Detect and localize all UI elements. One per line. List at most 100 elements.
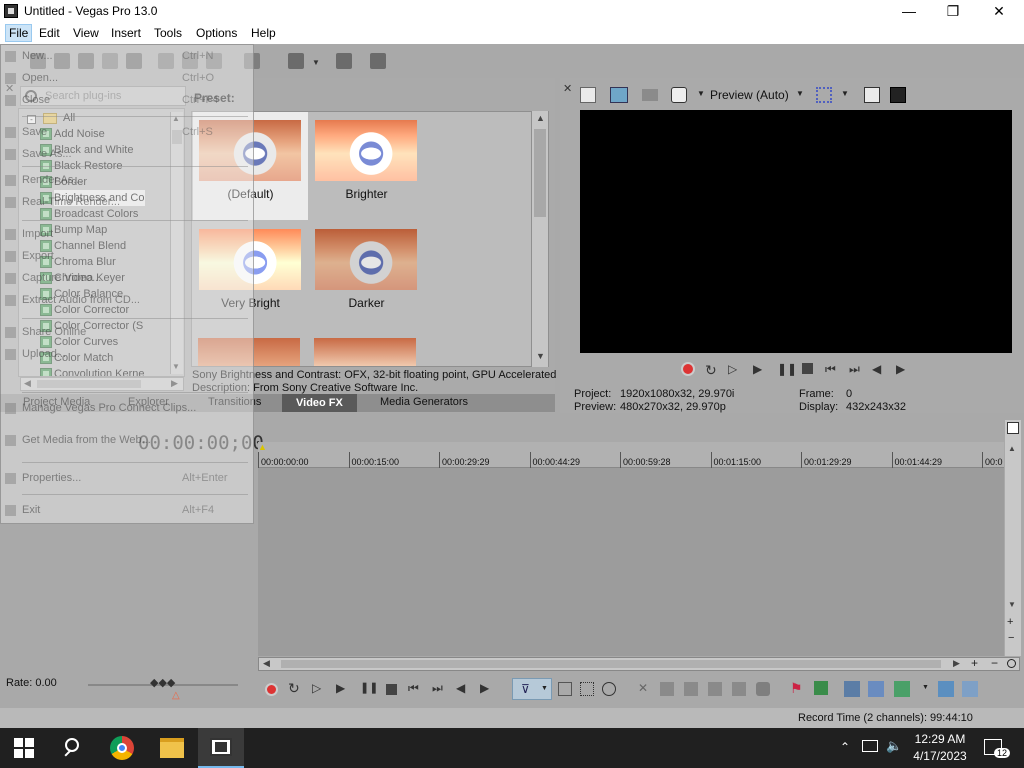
file-menu-item[interactable]: Save: [22, 126, 47, 138]
split-screen-icon[interactable]: [642, 89, 658, 101]
auto-crossfade-icon[interactable]: [868, 681, 884, 697]
grid-icon[interactable]: [816, 87, 832, 103]
maximize-button[interactable]: ❐: [930, 0, 976, 22]
go-to-end-icon[interactable]: ⏭: [849, 362, 863, 376]
file-menu-item[interactable]: Share Online: [22, 326, 86, 338]
rate-slider-thumb-icon[interactable]: ◆◆◆: [150, 676, 175, 689]
cut-icon[interactable]: ✕: [638, 681, 648, 695]
file-menu-item[interactable]: Get Media from the Web...: [22, 434, 151, 446]
file-menu-item[interactable]: Open...: [22, 72, 58, 84]
file-menu-item[interactable]: Save As...: [22, 148, 72, 160]
overlay-icon[interactable]: [671, 87, 687, 103]
stop-icon[interactable]: [802, 363, 813, 374]
ripple-edit-icon[interactable]: [894, 681, 910, 697]
menu-view[interactable]: View: [70, 25, 102, 41]
timeline-tracks[interactable]: [258, 468, 1004, 656]
preview-quality-select[interactable]: Preview (Auto): [710, 88, 789, 102]
file-menu-item[interactable]: Properties...: [22, 472, 81, 484]
redo-icon[interactable]: [288, 53, 304, 69]
file-menu-item[interactable]: Capture Video...: [22, 272, 101, 284]
scroll-down-icon[interactable]: ▼: [536, 351, 545, 361]
tab-media-generators[interactable]: Media Generators: [380, 396, 468, 408]
go-to-start-icon[interactable]: ⏮: [825, 362, 839, 376]
zoom-in-vertical-icon[interactable]: +: [1007, 616, 1013, 628]
save-snapshot-icon[interactable]: [890, 87, 906, 103]
copy-icon[interactable]: [660, 682, 674, 696]
preset-brighter[interactable]: Brighter: [309, 112, 424, 220]
file-menu-item[interactable]: Real-Time Render...: [22, 196, 120, 208]
zoom-tool-icon[interactable]: [602, 682, 616, 696]
preset-thumbnail-partial[interactable]: [314, 338, 416, 366]
paste-icon[interactable]: [684, 682, 698, 696]
play-from-start-icon[interactable]: ▷: [728, 362, 742, 376]
file-explorer-icon[interactable]: [160, 738, 184, 758]
grid-dropdown-icon[interactable]: ▼: [841, 89, 849, 98]
lock-envelopes-icon[interactable]: [938, 681, 954, 697]
clock-time[interactable]: 12:29 AM: [912, 732, 968, 746]
zoom-in-horizontal-icon[interactable]: +: [971, 656, 978, 670]
region-icon[interactable]: [814, 681, 828, 695]
menu-options[interactable]: Options: [193, 25, 240, 41]
pause-icon[interactable]: ❚❚: [360, 681, 378, 694]
pause-icon[interactable]: ❚❚: [777, 362, 797, 376]
file-menu-item[interactable]: Extract Audio from CD...: [22, 294, 140, 306]
file-menu-item[interactable]: Close: [22, 94, 50, 106]
quality-dropdown-arrow-icon[interactable]: ▼: [796, 89, 804, 98]
marker-icon[interactable]: ⚑: [790, 680, 803, 697]
playhead-marker-icon[interactable]: ▲: [258, 442, 267, 452]
menu-tools[interactable]: Tools: [151, 25, 185, 41]
file-menu-item[interactable]: Upload...: [22, 348, 66, 360]
chrome-icon[interactable]: [110, 736, 134, 760]
go-to-end-icon[interactable]: ⏭: [432, 681, 443, 696]
paint-brush-icon[interactable]: [336, 53, 352, 69]
scroll-down-icon[interactable]: ▼: [1008, 600, 1016, 609]
play-from-start-icon[interactable]: ▷: [312, 681, 321, 695]
tab-video-fx[interactable]: Video FX: [282, 394, 357, 412]
next-frame-icon[interactable]: ▶: [480, 681, 489, 695]
menu-file[interactable]: File: [5, 24, 33, 42]
timeline-hscrollbar[interactable]: ◀ ▶ + −: [258, 656, 1020, 671]
vegas-taskbar-button[interactable]: [198, 728, 244, 768]
preset-darker[interactable]: Darker: [309, 221, 424, 329]
file-menu-item[interactable]: Export: [22, 250, 54, 262]
timeline-ruler[interactable]: ▲ 00:00:00:00 00:00:15:00 00:00:29:29 00:00…: [258, 442, 1004, 468]
previous-frame-icon[interactable]: ◀: [456, 681, 465, 695]
file-menu-item[interactable]: Import: [22, 228, 53, 240]
zoom-out-horizontal-icon[interactable]: −: [991, 656, 998, 670]
clock-date[interactable]: 4/17/2023: [910, 749, 970, 763]
network-icon[interactable]: [862, 740, 878, 752]
scroll-right-icon[interactable]: ▶: [953, 658, 960, 669]
help-pointer-icon[interactable]: [370, 53, 386, 69]
edit-tool-button[interactable]: ⊽ ▼: [512, 678, 552, 700]
file-menu-item[interactable]: Render As...: [22, 174, 83, 186]
loop-icon[interactable]: ↻: [288, 680, 300, 697]
next-frame-icon[interactable]: ▶: [896, 362, 910, 376]
scroll-thumb[interactable]: [534, 129, 546, 217]
preview-close-icon[interactable]: ✕: [563, 82, 572, 95]
minimize-button[interactable]: —: [886, 0, 932, 22]
zoom-out-vertical-icon[interactable]: −: [1008, 632, 1014, 644]
redo-dropdown-icon[interactable]: ▼: [312, 58, 320, 67]
menu-insert[interactable]: Insert: [108, 25, 144, 41]
file-menu-item[interactable]: New...: [22, 50, 53, 62]
close-button[interactable]: ✕: [976, 0, 1022, 22]
quality-dropdown-icon[interactable]: ▼: [697, 89, 705, 98]
marker-flag-icon[interactable]: [1007, 422, 1019, 434]
delete-icon[interactable]: [708, 682, 722, 696]
file-menu-item[interactable]: Manage Vegas Pro Connect Clips...: [22, 402, 196, 414]
hscroll-thumb[interactable]: [281, 660, 941, 668]
play-icon[interactable]: ▶: [336, 681, 345, 695]
windows-start-icon[interactable]: [14, 738, 34, 758]
scroll-up-icon[interactable]: ▲: [536, 113, 545, 123]
record-icon[interactable]: [265, 683, 278, 696]
go-to-start-icon[interactable]: ⏮: [408, 681, 419, 696]
external-monitor-icon[interactable]: [610, 87, 628, 103]
scroll-left-icon[interactable]: ◀: [263, 658, 270, 669]
previous-frame-icon[interactable]: ◀: [872, 362, 886, 376]
preview-properties-icon[interactable]: [580, 87, 596, 103]
copy-snapshot-icon[interactable]: [864, 87, 880, 103]
file-menu-item[interactable]: Exit: [22, 504, 40, 516]
scroll-up-icon[interactable]: ▲: [1008, 444, 1016, 453]
zoom-tool-icon[interactable]: [1007, 659, 1016, 668]
snapping-icon[interactable]: [844, 681, 860, 697]
